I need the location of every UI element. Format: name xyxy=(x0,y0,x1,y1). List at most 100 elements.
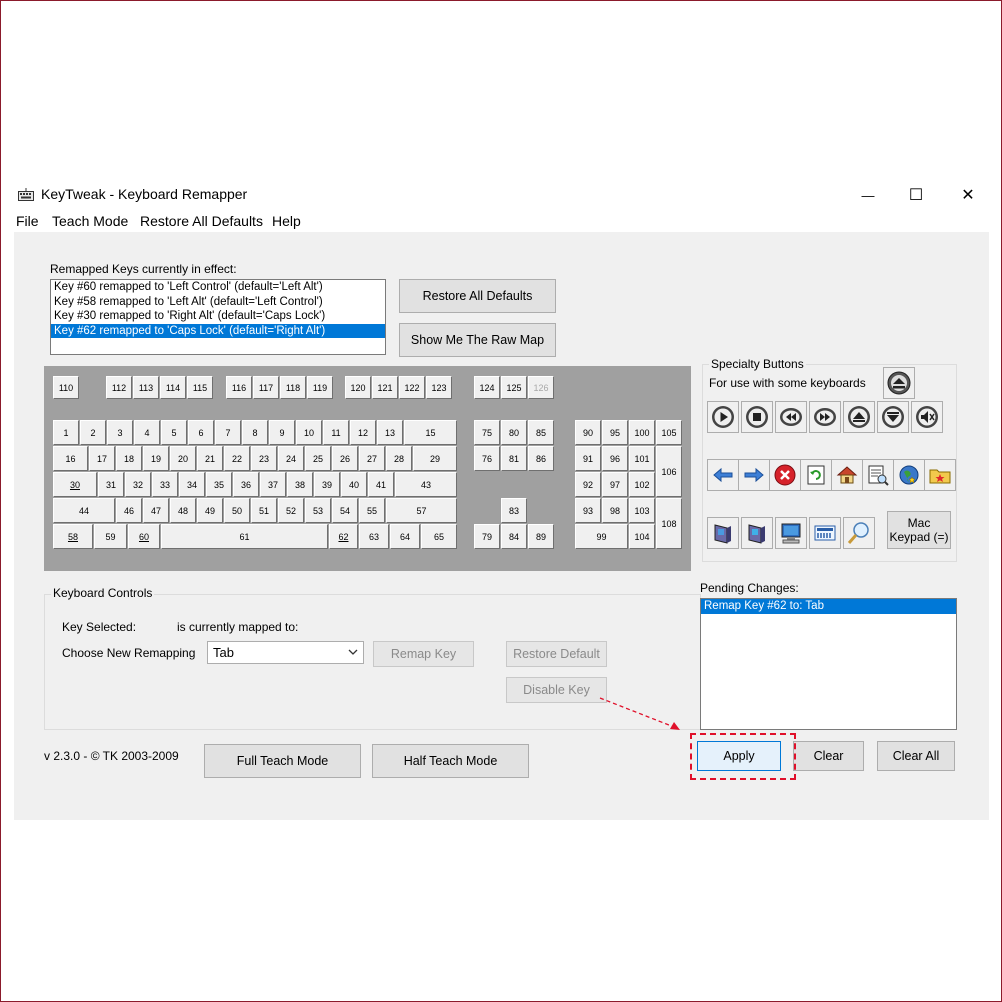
volume-down-button[interactable] xyxy=(877,401,909,433)
mac-keypad-button[interactable]: Mac Keypad (=) xyxy=(887,511,951,549)
remap-key-button[interactable]: Remap Key xyxy=(373,641,474,667)
key-12[interactable]: 12 xyxy=(350,420,376,445)
key-29[interactable]: 29 xyxy=(413,446,457,471)
key-1[interactable]: 1 xyxy=(53,420,79,445)
key-17[interactable]: 17 xyxy=(89,446,115,471)
key-106[interactable]: 106 xyxy=(656,446,682,497)
key-54[interactable]: 54 xyxy=(332,498,358,523)
play-button[interactable] xyxy=(707,401,739,433)
key-123[interactable]: 123 xyxy=(426,376,452,399)
forward-button[interactable] xyxy=(738,459,770,491)
list-item-selected[interactable]: Key #62 remapped to 'Caps Lock' (default… xyxy=(51,323,385,338)
menu-help[interactable]: Help xyxy=(272,213,301,229)
half-teach-mode-button[interactable]: Half Teach Mode xyxy=(372,744,529,778)
key-21[interactable]: 21 xyxy=(197,446,223,471)
key-48[interactable]: 48 xyxy=(170,498,196,523)
key-4[interactable]: 4 xyxy=(134,420,160,445)
fast-forward-button[interactable] xyxy=(809,401,841,433)
key-44[interactable]: 44 xyxy=(53,498,115,523)
key-119[interactable]: 119 xyxy=(307,376,333,399)
key-55[interactable]: 55 xyxy=(359,498,385,523)
disable-key-button[interactable]: Disable Key xyxy=(506,677,607,703)
list-item[interactable]: Key #60 remapped to 'Left Control' (defa… xyxy=(51,280,385,295)
key-84[interactable]: 84 xyxy=(501,524,527,549)
key-65[interactable]: 65 xyxy=(421,524,457,549)
key-32[interactable]: 32 xyxy=(125,472,151,497)
key-86[interactable]: 86 xyxy=(528,446,554,471)
restore-default-button[interactable]: Restore Default xyxy=(506,641,607,667)
key-105[interactable]: 105 xyxy=(656,420,682,445)
key-7[interactable]: 7 xyxy=(215,420,241,445)
key-110[interactable]: 110 xyxy=(53,376,79,399)
key-81[interactable]: 81 xyxy=(501,446,527,471)
key-27[interactable]: 27 xyxy=(359,446,385,471)
key-18[interactable]: 18 xyxy=(116,446,142,471)
key-85[interactable]: 85 xyxy=(528,420,554,445)
key-31[interactable]: 31 xyxy=(98,472,124,497)
key-112[interactable]: 112 xyxy=(106,376,132,399)
key-116[interactable]: 116 xyxy=(226,376,252,399)
rewind-button[interactable] xyxy=(775,401,807,433)
eject-button[interactable] xyxy=(883,367,915,399)
key-8[interactable]: 8 xyxy=(242,420,268,445)
stop-button[interactable] xyxy=(741,401,773,433)
maximize-button[interactable]: ☐ xyxy=(898,182,934,208)
key-75[interactable]: 75 xyxy=(474,420,500,445)
magnifier-button[interactable] xyxy=(843,517,875,549)
favorites-button[interactable] xyxy=(893,459,925,491)
clear-all-button[interactable]: Clear All xyxy=(877,741,955,771)
restore-all-defaults-button[interactable]: Restore All Defaults xyxy=(399,279,556,313)
monitor-button[interactable] xyxy=(775,517,807,549)
key-25[interactable]: 25 xyxy=(305,446,331,471)
key-10[interactable]: 10 xyxy=(296,420,322,445)
key-23[interactable]: 23 xyxy=(251,446,277,471)
key-57[interactable]: 57 xyxy=(386,498,457,523)
home-button[interactable] xyxy=(831,459,863,491)
mute-button[interactable] xyxy=(911,401,943,433)
remapping-select[interactable]: Tab xyxy=(207,641,364,664)
key-38[interactable]: 38 xyxy=(287,472,313,497)
key-37[interactable]: 37 xyxy=(260,472,286,497)
my-computer-2-button[interactable] xyxy=(741,517,773,549)
key-47[interactable]: 47 xyxy=(143,498,169,523)
close-button[interactable]: ✕ xyxy=(950,182,986,208)
key-64[interactable]: 64 xyxy=(390,524,420,549)
calculator-button[interactable] xyxy=(809,517,841,549)
key-118[interactable]: 118 xyxy=(280,376,306,399)
key-19[interactable]: 19 xyxy=(143,446,169,471)
key-120[interactable]: 120 xyxy=(345,376,371,399)
menu-file[interactable]: File xyxy=(16,213,39,229)
key-58[interactable]: 58 xyxy=(53,524,93,549)
key-30[interactable]: 30 xyxy=(53,472,97,497)
key-124[interactable]: 124 xyxy=(474,376,500,399)
key-76[interactable]: 76 xyxy=(474,446,500,471)
key-26[interactable]: 26 xyxy=(332,446,358,471)
key-113[interactable]: 113 xyxy=(133,376,159,399)
key-6[interactable]: 6 xyxy=(188,420,214,445)
key-63[interactable]: 63 xyxy=(359,524,389,549)
key-20[interactable]: 20 xyxy=(170,446,196,471)
key-62[interactable]: 62 xyxy=(329,524,358,549)
key-33[interactable]: 33 xyxy=(152,472,178,497)
key-53[interactable]: 53 xyxy=(305,498,331,523)
browser-stop-button[interactable] xyxy=(769,459,801,491)
list-item[interactable]: Key #58 remapped to 'Left Alt' (default=… xyxy=(51,295,385,310)
key-13[interactable]: 13 xyxy=(377,420,403,445)
key-97[interactable]: 97 xyxy=(602,472,628,497)
key-125[interactable]: 125 xyxy=(501,376,527,399)
key-59[interactable]: 59 xyxy=(94,524,127,549)
key-50[interactable]: 50 xyxy=(224,498,250,523)
key-89[interactable]: 89 xyxy=(528,524,554,549)
key-24[interactable]: 24 xyxy=(278,446,304,471)
my-computer-button[interactable] xyxy=(707,517,739,549)
key-52[interactable]: 52 xyxy=(278,498,304,523)
key-101[interactable]: 101 xyxy=(629,446,655,471)
key-115[interactable]: 115 xyxy=(187,376,213,399)
key-96[interactable]: 96 xyxy=(602,446,628,471)
key-92[interactable]: 92 xyxy=(575,472,601,497)
key-122[interactable]: 122 xyxy=(399,376,425,399)
full-teach-mode-button[interactable]: Full Teach Mode xyxy=(204,744,361,778)
key-16[interactable]: 16 xyxy=(53,446,88,471)
key-46[interactable]: 46 xyxy=(116,498,142,523)
key-40[interactable]: 40 xyxy=(341,472,367,497)
